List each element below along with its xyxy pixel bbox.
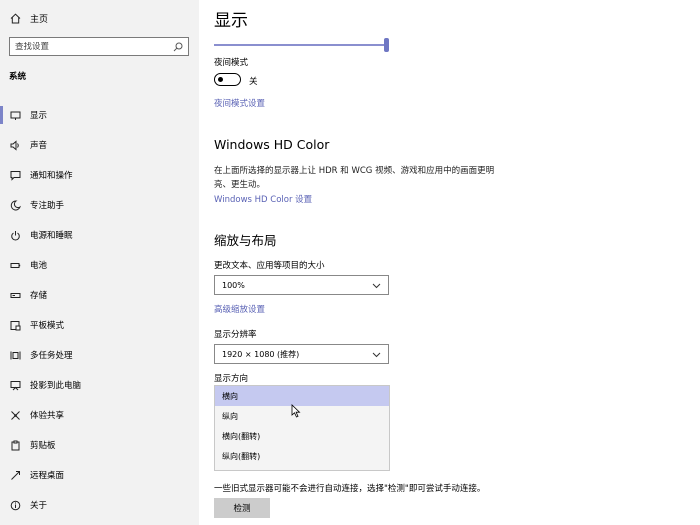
brightness-slider-track[interactable] <box>214 44 388 46</box>
scale-label: 更改文本、应用等项目的大小 <box>214 261 325 271</box>
info-icon <box>9 499 21 511</box>
detect-button[interactable]: 检测 <box>214 498 270 518</box>
tablet-icon <box>9 319 21 331</box>
resolution-dropdown[interactable]: 1920 × 1080 (推荐) <box>214 344 389 364</box>
sidebar-item-focus-assist[interactable]: 专注助手 <box>0 190 199 220</box>
chevron-down-icon <box>372 350 381 359</box>
sidebar-item-label: 远程桌面 <box>30 471 65 481</box>
moon-icon <box>9 199 21 211</box>
settings-search-input[interactable] <box>15 41 173 52</box>
orientation-dropdown-list[interactable]: 横向 纵向 横向(翻转) 纵向(翻转) <box>214 385 390 471</box>
search-icon[interactable] <box>173 42 183 52</box>
sidebar-item-label: 体验共享 <box>30 411 65 421</box>
sidebar-item-about[interactable]: 关于 <box>0 490 199 520</box>
sidebar-section-title: 系统 <box>9 72 27 82</box>
scale-dropdown[interactable]: 100% <box>214 275 389 295</box>
hdr-heading: Windows HD Color <box>214 137 330 152</box>
detect-note: 一些旧式显示器可能不会进行自动连接，选择"检测"即可尝试手动连接。 <box>214 484 486 494</box>
brightness-slider-thumb[interactable] <box>384 38 389 52</box>
advanced-scaling-link[interactable]: 高级缩放设置 <box>214 303 265 315</box>
sidebar: 主页 系统 显示 声音 通知和操作 专注助手 电源和睡眠 <box>0 0 199 525</box>
hdr-description: 在上面所选择的显示器上让 HDR 和 WCG 视频、游戏和应用中的画面更明亮、更… <box>214 166 495 190</box>
sidebar-item-clipboard[interactable]: 剪贴板 <box>0 430 199 460</box>
orientation-label: 显示方向 <box>214 374 249 384</box>
night-light-settings-link[interactable]: 夜间模式设置 <box>214 97 265 109</box>
orientation-option-portrait-flipped[interactable]: 纵向(翻转) <box>215 446 389 466</box>
sidebar-item-tablet-mode[interactable]: 平板模式 <box>0 310 199 340</box>
scale-layout-heading: 缩放与布局 <box>214 233 277 248</box>
sidebar-item-project-to-pc[interactable]: 投影到此电脑 <box>0 370 199 400</box>
sidebar-item-label: 关于 <box>30 501 48 511</box>
sidebar-item-label: 通知和操作 <box>30 171 73 181</box>
sidebar-item-label: 多任务处理 <box>30 351 73 361</box>
sidebar-item-label: 专注助手 <box>30 201 65 211</box>
sidebar-item-label: 声音 <box>30 141 48 151</box>
power-icon <box>9 229 21 241</box>
speaker-icon <box>9 139 21 151</box>
orientation-option-landscape[interactable]: 横向 <box>215 386 389 406</box>
project-icon <box>9 379 21 391</box>
hdr-settings-link[interactable]: Windows HD Color 设置 <box>214 193 312 205</box>
sidebar-item-notifications[interactable]: 通知和操作 <box>0 160 199 190</box>
orientation-option-landscape-flipped[interactable]: 横向(翻转) <box>215 426 389 446</box>
storage-icon <box>9 289 21 301</box>
message-icon <box>9 169 21 181</box>
clipboard-icon <box>9 439 21 451</box>
multitask-icon <box>9 349 21 361</box>
share-icon <box>9 409 21 421</box>
night-light-state: 关 <box>249 77 258 87</box>
home-nav-item[interactable]: 主页 <box>8 10 48 26</box>
home-icon <box>8 11 22 25</box>
resolution-value: 1920 × 1080 (推荐) <box>222 349 300 359</box>
sidebar-item-remote-desktop[interactable]: 远程桌面 <box>0 460 199 490</box>
orientation-option-portrait[interactable]: 纵向 <box>215 406 389 426</box>
sidebar-item-label: 电源和睡眠 <box>30 231 73 241</box>
remote-icon <box>9 469 21 481</box>
sidebar-item-shared-experiences[interactable]: 体验共享 <box>0 400 199 430</box>
display-settings-panel: 显示 夜间模式 关 夜间模式设置 Windows HD Color 在上面所选择… <box>214 0 700 525</box>
battery-icon <box>9 259 21 271</box>
home-label: 主页 <box>30 14 49 25</box>
sidebar-item-power-sleep[interactable]: 电源和睡眠 <box>0 220 199 250</box>
sidebar-item-label: 平板模式 <box>30 321 65 331</box>
monitor-icon <box>9 109 21 121</box>
sidebar-item-multitasking[interactable]: 多任务处理 <box>0 340 199 370</box>
resolution-label: 显示分辨率 <box>214 330 257 340</box>
settings-search-box[interactable] <box>9 37 189 56</box>
sidebar-item-battery[interactable]: 电池 <box>0 250 199 280</box>
sidebar-item-label: 剪贴板 <box>30 441 56 451</box>
night-light-toggle[interactable] <box>214 73 241 86</box>
sidebar-nav: 显示 声音 通知和操作 专注助手 电源和睡眠 电池 存储 平板模式 多任务处理 … <box>0 100 199 520</box>
mouse-cursor-icon <box>291 404 301 418</box>
sidebar-item-label: 存储 <box>30 291 48 301</box>
page-title: 显示 <box>214 11 248 31</box>
scale-value: 100% <box>222 280 245 290</box>
sidebar-item-display[interactable]: 显示 <box>0 100 199 130</box>
brightness-slider[interactable] <box>214 38 390 52</box>
night-light-label: 夜间模式 <box>214 58 249 68</box>
sidebar-item-storage[interactable]: 存储 <box>0 280 199 310</box>
sidebar-item-label: 显示 <box>30 111 48 121</box>
sidebar-item-label: 投影到此电脑 <box>30 381 82 391</box>
sidebar-item-sound[interactable]: 声音 <box>0 130 199 160</box>
sidebar-item-label: 电池 <box>30 261 48 271</box>
chevron-down-icon <box>372 281 381 290</box>
